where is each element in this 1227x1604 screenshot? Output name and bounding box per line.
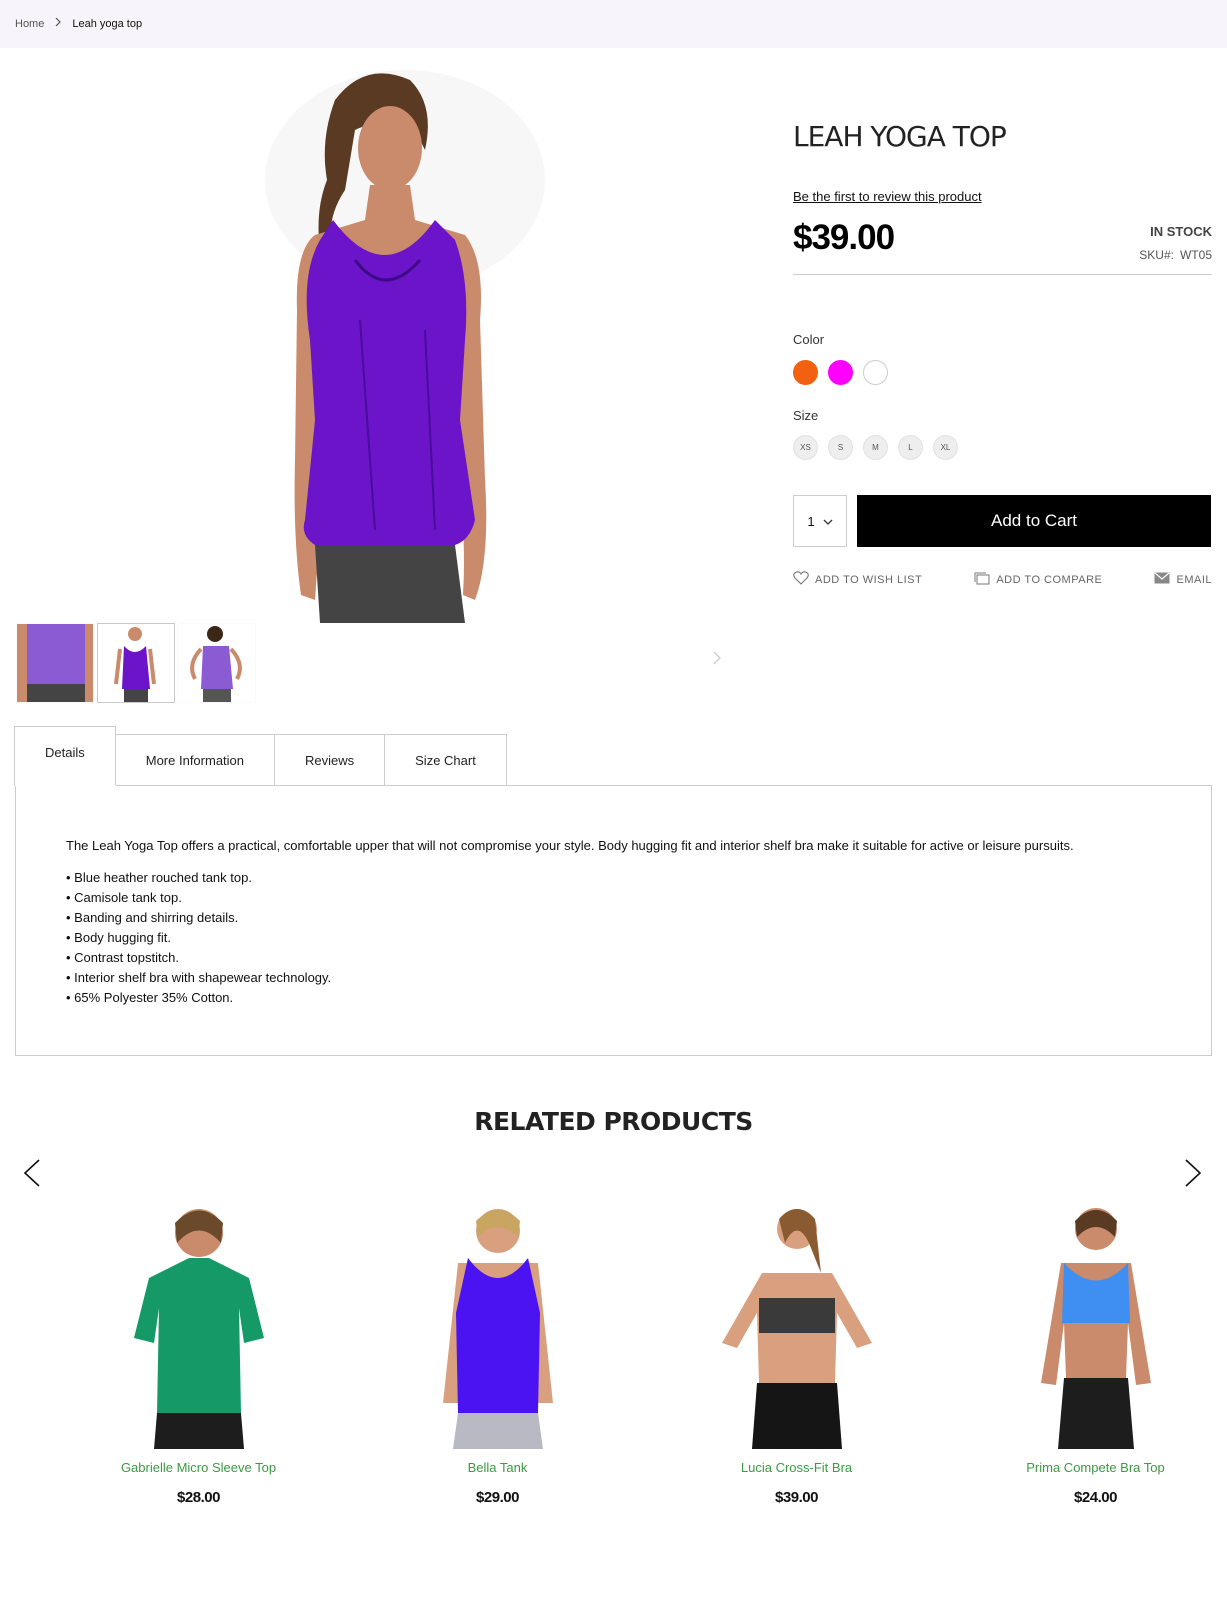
product-image[interactable] xyxy=(996,1203,1196,1449)
product-card[interactable]: Prima Compete Bra Top $24.00 xyxy=(946,1203,1227,1513)
product-price: $39.00 xyxy=(793,218,895,257)
tab-details[interactable]: Details xyxy=(14,726,116,786)
feature-item: • 65% Polyester 35% Cotton. xyxy=(66,990,234,1005)
carousel-prev-arrow-icon[interactable] xyxy=(22,1158,42,1193)
product-tabs: Details More Information Reviews Size Ch… xyxy=(14,726,507,786)
product-card[interactable]: Lucia Cross-Fit Bra $39.00 xyxy=(647,1203,946,1513)
sku-label: SKU#: xyxy=(1139,248,1174,262)
review-link[interactable]: Be the first to review this product xyxy=(793,189,982,204)
carousel-next-arrow-icon[interactable] xyxy=(1183,1158,1203,1193)
color-label: Color xyxy=(793,332,825,347)
product-name-link[interactable]: Gabrielle Micro Sleeve Top xyxy=(49,1460,348,1475)
chevron-down-icon xyxy=(823,514,833,529)
tab-size-chart[interactable]: Size Chart xyxy=(384,734,507,786)
email-label: EMAIL xyxy=(1176,573,1212,586)
product-card[interactable]: Bella Tank $29.00 xyxy=(348,1203,647,1513)
product-image[interactable] xyxy=(398,1203,598,1449)
product-name-link[interactable]: Lucia Cross-Fit Bra xyxy=(647,1460,946,1475)
product-price: $29.00 xyxy=(476,1489,519,1506)
add-to-cart-button[interactable]: Add to Cart xyxy=(857,495,1211,547)
thumbnail-2[interactable] xyxy=(97,623,175,703)
product-card[interactable]: Gabrielle Micro Sleeve Top $28.00 xyxy=(49,1203,348,1513)
product-image[interactable] xyxy=(697,1203,897,1449)
product-price: $39.00 xyxy=(775,1489,818,1506)
stock-status: IN STOCK xyxy=(1150,224,1212,239)
product-name-link[interactable]: Bella Tank xyxy=(348,1460,647,1475)
compare-icon xyxy=(974,572,990,588)
size-option-xl[interactable]: XL xyxy=(933,435,958,460)
chevron-right-icon xyxy=(54,17,62,30)
size-label: Size xyxy=(793,408,819,423)
tab-more-information[interactable]: More Information xyxy=(114,734,276,786)
divider xyxy=(793,274,1212,275)
color-swatch-white[interactable] xyxy=(863,360,888,385)
product-description: The Leah Yoga Top offers a practical, co… xyxy=(66,838,1074,853)
add-to-wishlist-link[interactable]: ADD TO WISH LIST xyxy=(793,571,922,588)
details-panel: The Leah Yoga Top offers a practical, co… xyxy=(15,785,1212,1056)
product-price: $24.00 xyxy=(1074,1489,1117,1506)
heart-icon xyxy=(793,571,809,588)
sku: SKU#: WT05 xyxy=(1139,248,1212,262)
color-swatches xyxy=(793,360,888,385)
breadcrumb: Home Leah yoga top xyxy=(15,17,142,30)
breadcrumb-home-link[interactable]: Home xyxy=(15,18,44,30)
product-main-image[interactable] xyxy=(15,60,721,623)
product-title: LEAH YOGA TOP xyxy=(793,120,1007,153)
product-name-link[interactable]: Prima Compete Bra Top xyxy=(946,1460,1227,1475)
size-option-m[interactable]: M xyxy=(863,435,888,460)
gallery-next-arrow-icon[interactable] xyxy=(712,650,722,671)
thumbnail-3[interactable] xyxy=(178,623,256,703)
sku-value: WT05 xyxy=(1179,248,1212,262)
breadcrumb-bar: Home Leah yoga top xyxy=(0,0,1227,48)
quantity-select[interactable]: 1 xyxy=(793,495,847,547)
wishlist-label: ADD TO WISH LIST xyxy=(815,573,923,586)
color-swatch-magenta[interactable] xyxy=(828,360,853,385)
product-image[interactable] xyxy=(99,1203,299,1449)
feature-list: • Blue heather rouched tank top. • Camis… xyxy=(66,868,331,1008)
compare-label: ADD TO COMPARE xyxy=(996,573,1103,586)
feature-item: • Camisole tank top. xyxy=(66,890,182,905)
product-price: $28.00 xyxy=(177,1489,220,1506)
envelope-icon xyxy=(1154,572,1170,587)
product-actions: ADD TO WISH LIST ADD TO COMPARE EMAIL xyxy=(793,571,1212,588)
related-products-title: RELATED PRODUCTS xyxy=(474,1107,753,1136)
add-to-compare-link[interactable]: ADD TO COMPARE xyxy=(974,571,1102,588)
feature-item: • Banding and shirring details. xyxy=(66,910,239,925)
feature-item: • Body hugging fit. xyxy=(66,930,172,945)
size-option-s[interactable]: S xyxy=(828,435,853,460)
quantity-value: 1 xyxy=(807,513,815,529)
size-option-xs[interactable]: XS xyxy=(793,435,818,460)
email-link[interactable]: EMAIL xyxy=(1154,571,1212,588)
size-swatches: XS S M L XL xyxy=(793,435,958,460)
color-swatch-orange[interactable] xyxy=(793,360,818,385)
breadcrumb-current: Leah yoga top xyxy=(72,17,143,30)
feature-item: • Contrast topstitch. xyxy=(66,950,179,965)
thumbnail-strip xyxy=(16,623,256,703)
size-option-l[interactable]: L xyxy=(898,435,923,460)
thumbnail-1[interactable] xyxy=(16,623,94,703)
related-products-list: Gabrielle Micro Sleeve Top $28.00 Bella … xyxy=(49,1203,1227,1513)
feature-item: • Interior shelf bra with shapewear tech… xyxy=(66,970,332,985)
tab-reviews[interactable]: Reviews xyxy=(274,734,386,786)
feature-item: • Blue heather rouched tank top. xyxy=(66,870,252,885)
